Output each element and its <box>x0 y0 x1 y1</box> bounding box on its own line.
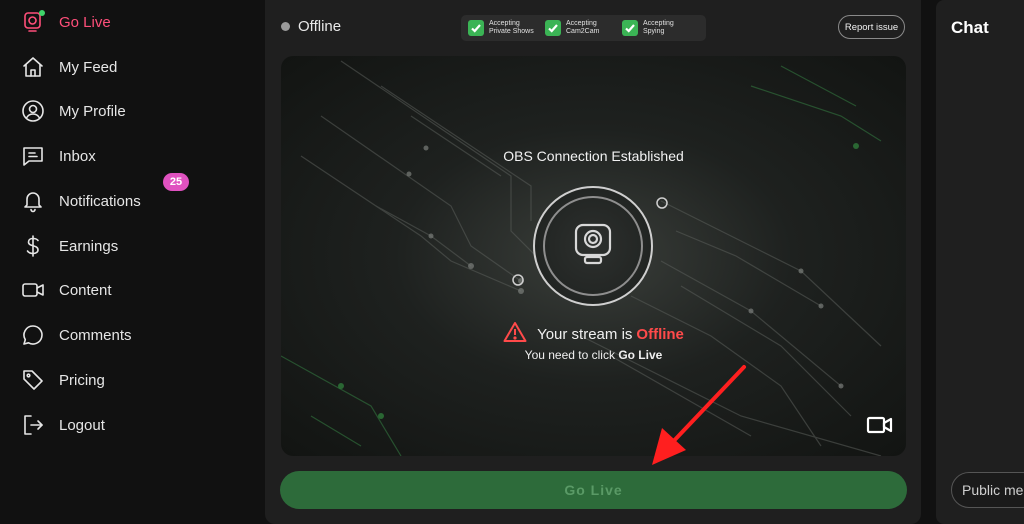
sidebar: Go Live My Feed My Profile Inbox Notific… <box>0 0 262 524</box>
accepting-label: Accepting Private Shows <box>489 20 534 35</box>
accepting-label: Accepting Spying <box>643 20 674 35</box>
message-icon <box>20 143 46 169</box>
public-message-input[interactable] <box>951 472 1024 508</box>
sidebar-item-label: Notifications <box>59 192 141 210</box>
notification-count-badge: 25 <box>163 173 189 191</box>
tag-icon <box>20 367 46 393</box>
accepting-spying-toggle[interactable]: Accepting Spying <box>622 20 699 36</box>
accepting-options: Accepting Private Shows Accepting Cam2Ca… <box>461 15 706 41</box>
sidebar-item-label: Earnings <box>59 237 119 255</box>
live-indicator-dot <box>39 10 45 16</box>
sidebar-item-label: Pricing <box>59 371 105 389</box>
sidebar-item-label: Content <box>59 281 112 299</box>
camera-badge <box>533 186 653 306</box>
go-live-hint: You need to click Go Live <box>281 348 906 362</box>
chat-panel: Chat <box>936 0 1024 524</box>
sidebar-item-label: Comments <box>59 326 132 344</box>
go-live-hint-prefix: You need to click <box>524 348 615 362</box>
sidebar-item-label: My Profile <box>59 102 126 120</box>
sidebar-item-label: Inbox <box>59 147 96 165</box>
sidebar-item-content[interactable]: Content <box>20 274 112 306</box>
logout-icon <box>20 412 46 438</box>
sidebar-item-my-profile[interactable]: My Profile <box>20 95 126 127</box>
home-icon <box>20 54 46 80</box>
webcam-icon <box>568 219 618 274</box>
video-icon <box>20 277 46 303</box>
camera-badge-inner <box>543 196 643 296</box>
sidebar-item-label: My Feed <box>59 58 118 76</box>
sidebar-item-pricing[interactable]: Pricing <box>20 364 105 396</box>
sidebar-item-comments[interactable]: Comments <box>20 319 132 351</box>
comment-icon <box>20 322 46 348</box>
sidebar-item-my-feed[interactable]: My Feed <box>20 51 117 83</box>
sidebar-item-label: Logout <box>59 416 105 434</box>
stream-preview: OBS Connection Established Your stream i… <box>281 56 906 456</box>
stream-status: Offline <box>281 18 341 35</box>
checkbox-checked-icon[interactable] <box>545 20 561 36</box>
sidebar-item-earnings[interactable]: Earnings <box>20 230 118 262</box>
dollar-icon <box>20 233 46 259</box>
report-issue-button[interactable]: Report issue <box>838 15 905 39</box>
warning-icon <box>503 321 527 347</box>
stream-state-prefix: Your stream is <box>537 325 633 343</box>
sidebar-item-inbox[interactable]: Inbox <box>20 140 96 172</box>
go-live-button[interactable]: Go Live <box>280 471 907 509</box>
bell-icon <box>20 188 46 214</box>
accepting-private-shows-toggle[interactable]: Accepting Private Shows <box>468 20 545 36</box>
go-live-hint-action: Go Live <box>618 348 663 362</box>
go-live-icon <box>20 9 46 35</box>
sidebar-item-go-live[interactable]: Go Live <box>20 6 111 38</box>
stream-panel: Offline Accepting Private Shows Acceptin… <box>265 0 921 524</box>
stream-status-label: Offline <box>298 18 342 35</box>
user-icon <box>20 98 46 124</box>
status-dot <box>281 22 290 31</box>
checkbox-checked-icon[interactable] <box>468 20 484 36</box>
stream-state-message: Your stream is Offline <box>281 321 906 347</box>
accepting-cam2cam-toggle[interactable]: Accepting Cam2Cam <box>545 20 622 36</box>
sidebar-item-notifications[interactable]: Notifications 25 <box>20 173 189 217</box>
accepting-label: Accepting Cam2Cam <box>566 20 600 35</box>
obs-connection-status: OBS Connection Established <box>503 148 684 164</box>
video-camera-icon[interactable] <box>866 415 894 440</box>
chat-title: Chat <box>951 18 989 37</box>
stream-state-value: Offline <box>636 325 684 343</box>
checkbox-checked-icon[interactable] <box>622 20 638 36</box>
sidebar-item-label: Go Live <box>59 13 111 31</box>
sidebar-item-logout[interactable]: Logout <box>20 409 105 441</box>
